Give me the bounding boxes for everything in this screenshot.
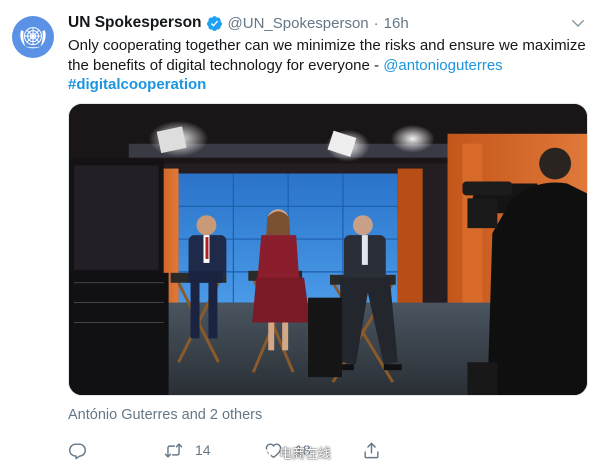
- heart-icon: [265, 442, 282, 458]
- like-count: 18: [295, 442, 311, 458]
- display-name[interactable]: UN Spokesperson: [68, 14, 202, 32]
- verified-badge-icon: [206, 15, 223, 32]
- mention-link[interactable]: @antonioguterres: [383, 57, 502, 74]
- avatar[interactable]: [12, 16, 54, 58]
- hashtag-link[interactable]: #digitalcooperation: [68, 76, 206, 93]
- separator: ·: [373, 14, 379, 32]
- tagged-people-link[interactable]: António Guterres and 2 others: [68, 407, 262, 423]
- retweet-count: 14: [195, 442, 211, 458]
- tweet-photo[interactable]: [68, 103, 588, 396]
- tweet-body: Only cooperating together can we minimiz…: [68, 37, 586, 74]
- share-button[interactable]: [362, 437, 381, 463]
- timestamp[interactable]: 16h: [384, 15, 409, 32]
- tweet-actions: 14 18: [68, 437, 588, 463]
- studio-photo: [69, 104, 587, 395]
- tweet-header: UN Spokesperson @UN_Spokesperson · 16h: [68, 11, 559, 35]
- chevron-down-icon[interactable]: [569, 14, 587, 32]
- share-icon: [364, 442, 379, 458]
- reply-button[interactable]: [68, 437, 87, 463]
- tweet[interactable]: UN Spokesperson @UN_Spokesperson · 16h O…: [0, 0, 599, 469]
- reply-icon: [69, 442, 86, 459]
- retweet-icon: [164, 442, 183, 458]
- un-emblem-icon: [20, 27, 46, 49]
- tweet-text: Only cooperating together can we minimiz…: [68, 36, 593, 95]
- like-button[interactable]: 18: [264, 437, 311, 463]
- retweet-button[interactable]: 14: [164, 437, 211, 463]
- user-handle[interactable]: @UN_Spokesperson: [228, 15, 369, 32]
